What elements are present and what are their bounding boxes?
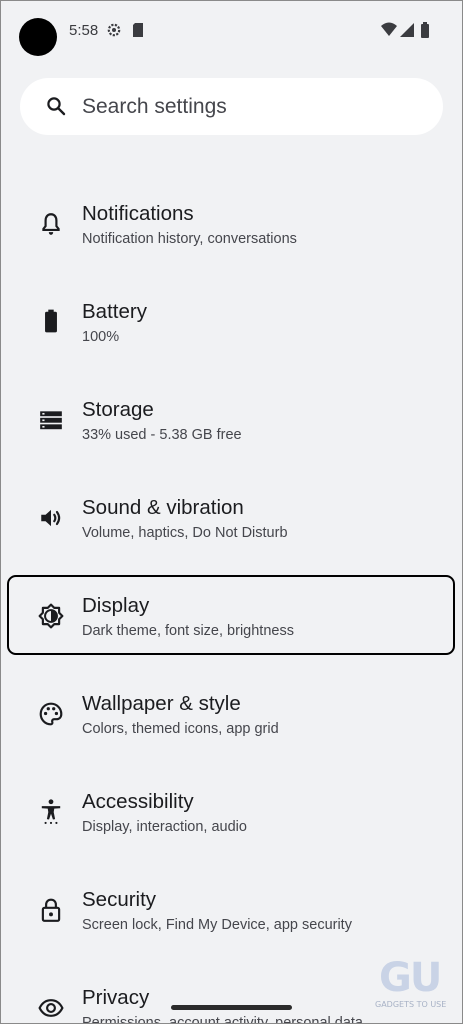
lock-icon [41, 898, 61, 922]
settings-item-notifications[interactable]: Notifications Notification history, conv… [0, 200, 463, 298]
item-title: Notifications [82, 202, 194, 225]
settings-gear-icon [107, 23, 121, 37]
cellular-signal-icon [400, 23, 414, 37]
search-bar[interactable]: Search settings [20, 78, 443, 135]
settings-item-sound-vibration[interactable]: Sound & vibration Volume, haptics, Do No… [0, 494, 463, 592]
item-title: Security [82, 888, 157, 911]
status-bar: 5:58 [0, 0, 463, 62]
storage-icon [40, 411, 62, 430]
palette-icon [39, 702, 63, 726]
volume-icon [41, 509, 61, 527]
battery-icon [45, 309, 57, 333]
accessibility-icon [41, 799, 61, 824]
eye-icon [38, 999, 64, 1017]
item-title: Storage [82, 398, 154, 421]
settings-item-storage[interactable]: Storage 33% used - 5.38 GB free [0, 396, 463, 494]
item-subtitle: Display, interaction, audio [82, 819, 247, 835]
search-icon [47, 97, 66, 116]
watermark-caption: GADGETS TO USE [375, 1000, 447, 1009]
item-subtitle: Notification history, conversations [82, 231, 297, 247]
watermark-logo-text: GU [379, 955, 442, 1001]
sd-card-icon [133, 23, 143, 37]
item-subtitle: Screen lock, Find My Device, app securit… [82, 917, 352, 933]
item-subtitle: Volume, haptics, Do Not Disturb [82, 525, 288, 541]
item-subtitle: 33% used - 5.38 GB free [82, 427, 242, 443]
wifi-icon [381, 22, 397, 36]
search-placeholder: Search settings [82, 95, 227, 118]
gesture-nav-handle[interactable] [171, 1005, 292, 1010]
item-title: Accessibility [82, 790, 194, 813]
item-subtitle: Permissions, account activity, personal … [82, 1015, 364, 1024]
settings-item-accessibility[interactable]: Accessibility Display, interaction, audi… [0, 788, 463, 886]
item-title: Battery [82, 300, 147, 323]
battery-status-icon [421, 22, 429, 38]
status-time: 5:58 [69, 22, 99, 39]
item-title: Wallpaper & style [82, 692, 241, 715]
item-title: Privacy [82, 986, 150, 1009]
item-subtitle: 100% [82, 329, 120, 345]
watermark-logo: GU GADGETS TO USE [373, 955, 455, 1013]
camera-cutout [19, 18, 57, 56]
item-subtitle: Colors, themed icons, app grid [82, 721, 279, 737]
settings-item-battery[interactable]: Battery 100% [0, 298, 463, 396]
item-title: Sound & vibration [82, 496, 244, 519]
item-subtitle: Dark theme, font size, brightness [82, 623, 294, 639]
brightness-icon [38, 603, 64, 629]
settings-item-wallpaper-style[interactable]: Wallpaper & style Colors, themed icons, … [0, 690, 463, 788]
settings-item-display[interactable]: Display Dark theme, font size, brightnes… [0, 592, 463, 690]
item-title: Display [82, 594, 150, 617]
bell-icon [42, 213, 60, 235]
